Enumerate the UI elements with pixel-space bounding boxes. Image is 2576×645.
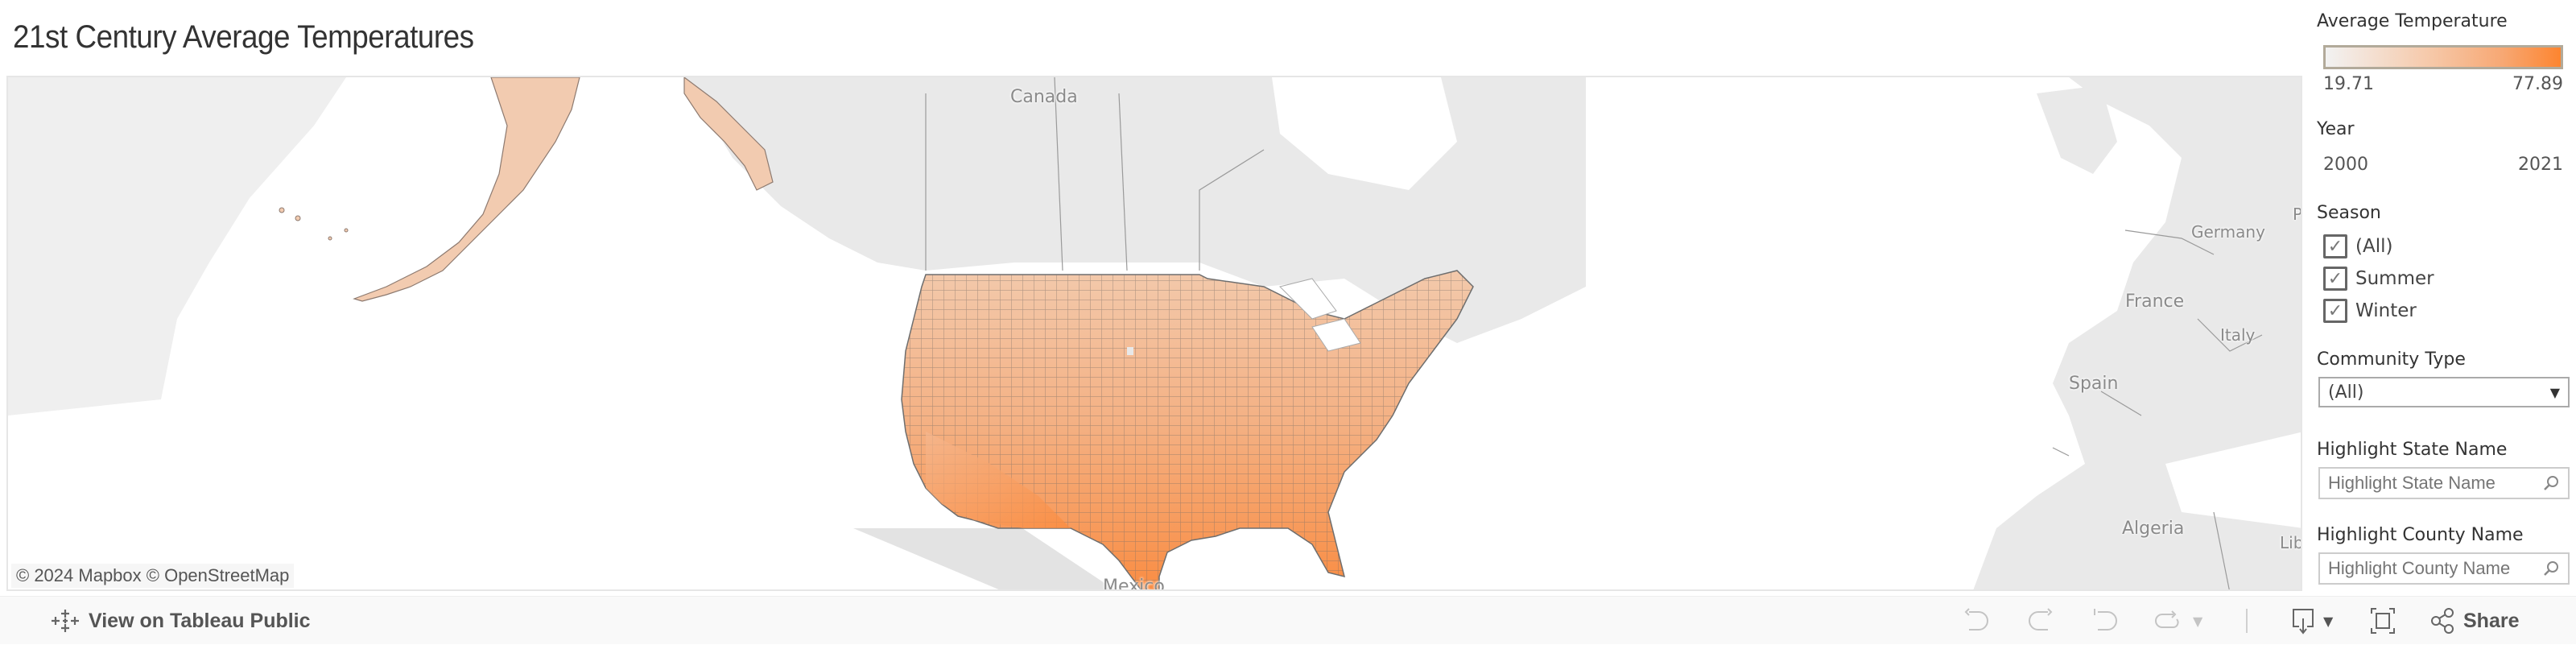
checkbox-checked-icon[interactable]: ✓ [2323, 299, 2347, 323]
legend-min-value: 19.71 [2323, 74, 2374, 94]
caret-down-icon: ▼ [2549, 384, 2560, 400]
season-option-all[interactable]: ✓ (All) [2323, 234, 2392, 259]
year-filter-title: Year [2317, 119, 2355, 139]
undo-icon [1964, 608, 1988, 631]
season-option-label: Summer [2355, 268, 2434, 289]
view-on-tableau-public-label: View on Tableau Public [89, 609, 311, 632]
redo-icon [2029, 608, 2053, 631]
season-filter-title: Season [2317, 203, 2381, 223]
map-attribution[interactable]: © 2024 Mapbox © OpenStreetMap [11, 564, 295, 588]
share-icon [2431, 608, 2454, 634]
checkbox-checked-icon[interactable]: ✓ [2323, 267, 2347, 291]
year-max-value: 2021 [2518, 155, 2563, 175]
legend-max-value: 77.89 [2512, 74, 2563, 94]
highlight-county-search[interactable] [2318, 552, 2570, 585]
season-option-label: (All) [2355, 236, 2393, 257]
fullscreen-icon [2371, 608, 2395, 634]
highlight-state-search[interactable] [2318, 467, 2570, 499]
season-option-winter[interactable]: ✓ Winter [2323, 298, 2417, 324]
legend-title: Average Temperature [2317, 11, 2508, 31]
share-button[interactable]: Share [2431, 597, 2519, 645]
community-type-dropdown[interactable]: (All) ▼ [2318, 377, 2570, 407]
season-option-label: Winter [2355, 300, 2417, 321]
aleutian-islands [279, 207, 349, 241]
dashboard-title: 21st Century Average Temperatures [13, 19, 474, 55]
revert-icon [2094, 609, 2117, 631]
community-type-selected: (All) [2328, 382, 2364, 403]
fullscreen-button[interactable] [2370, 597, 2396, 645]
download-button[interactable]: ▼ [2291, 597, 2333, 645]
highlight-county-title: Highlight County Name [2317, 525, 2524, 545]
season-option-summer[interactable]: ✓ Summer [2323, 266, 2434, 291]
map-label-mexico: Mexico [1103, 577, 1165, 591]
undo-button[interactable] [1964, 597, 1990, 645]
revert-button[interactable] [2091, 597, 2119, 645]
map-label-italy: Italy [2220, 325, 2256, 345]
map-label-france: France [2125, 291, 2185, 312]
map-label-algeria: Algeria [2122, 519, 2185, 539]
tableau-toolbar: View on Tableau Public ▼ ▼ Share [0, 596, 2576, 644]
toolbar-divider [2246, 597, 2248, 645]
redo-button[interactable] [2027, 597, 2053, 645]
highlight-state-input[interactable] [2328, 473, 2537, 494]
color-legend-gradient [2323, 45, 2563, 69]
map-label-canada: Canada [1010, 87, 1078, 107]
map-label-libya: Lib [2280, 533, 2302, 552]
checkbox-checked-icon[interactable]: ✓ [2323, 234, 2347, 258]
community-type-title: Community Type [2317, 349, 2466, 370]
map-label-spain: Spain [2069, 374, 2119, 394]
choropleth-map[interactable]: Canada Mexico Germany France Italy Spain… [6, 76, 2302, 591]
filter-panel: Average Temperature 19.71 77.89 Year 200… [2315, 0, 2576, 592]
map-label-poland: P [2293, 205, 2302, 224]
view-on-tableau-public-link[interactable]: View on Tableau Public [52, 597, 311, 645]
caret-down-icon: ▼ [2323, 613, 2334, 629]
search-icon [2544, 476, 2558, 490]
highlight-county-input[interactable] [2328, 558, 2537, 579]
tableau-logo-icon [52, 610, 79, 632]
search-icon [2544, 561, 2558, 576]
download-icon [2293, 609, 2314, 635]
year-min-value: 2000 [2323, 155, 2368, 175]
caret-down-icon[interactable]: ▼ [2193, 614, 2202, 629]
map-canvas[interactable] [8, 77, 2302, 591]
share-label: Share [2463, 609, 2520, 632]
alaska-region[interactable] [353, 77, 774, 302]
refresh-icon [2155, 610, 2179, 628]
map-label-germany: Germany [2191, 222, 2265, 242]
highlight-state-title: Highlight State Name [2317, 440, 2508, 460]
refresh-button[interactable]: ▼ [2154, 597, 2202, 645]
